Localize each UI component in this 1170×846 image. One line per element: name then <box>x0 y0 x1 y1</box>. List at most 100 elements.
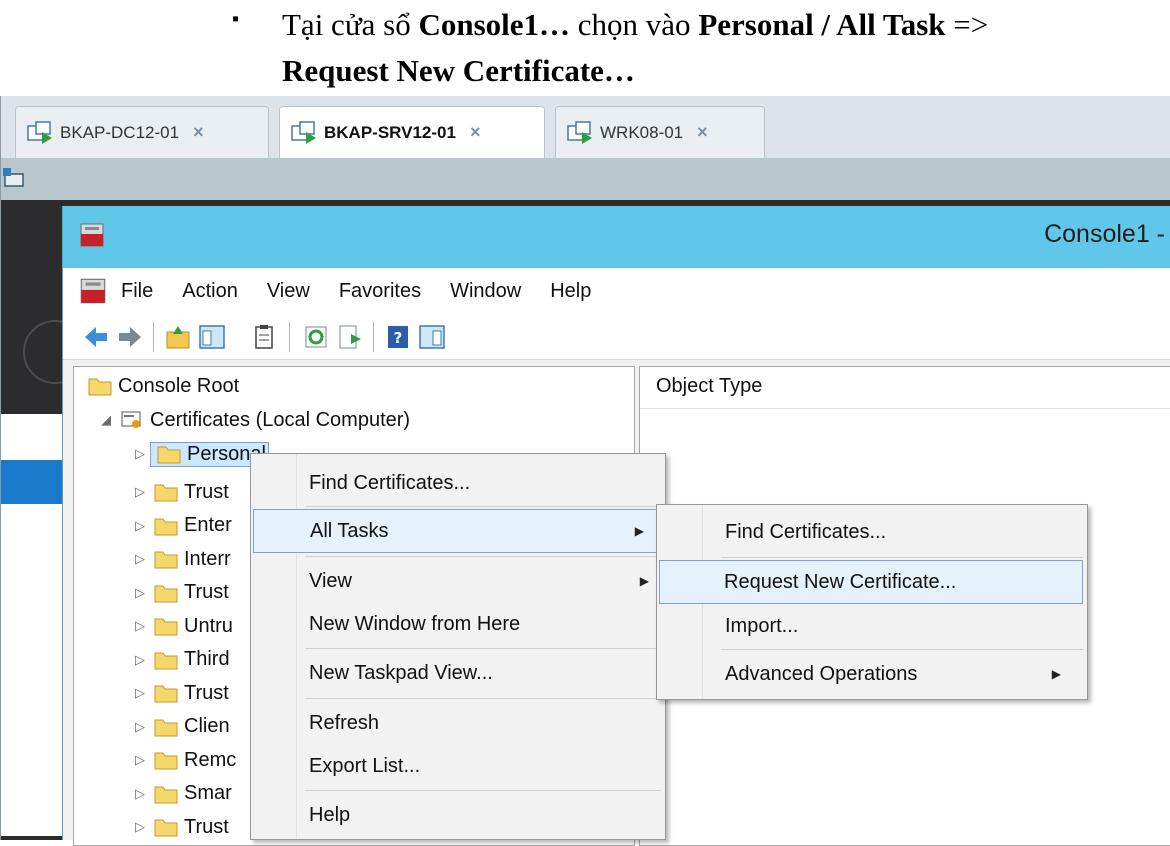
collapsed-arrow-icon[interactable]: ▷ <box>130 652 150 668</box>
toolbar-separator <box>373 322 374 352</box>
menu-help[interactable]: Help <box>550 280 591 303</box>
collapsed-arrow-icon[interactable]: ▷ <box>130 551 150 567</box>
refresh-icon[interactable] <box>301 322 331 352</box>
folder-icon <box>88 378 112 396</box>
menu-window[interactable]: Window <box>450 280 521 303</box>
collapsed-arrow-icon[interactable]: ▷ <box>130 585 150 601</box>
export-list-icon[interactable] <box>335 322 365 352</box>
tree-item-store[interactable]: ▷ Trust <box>130 475 229 509</box>
tab-bkap-dc12-01[interactable]: BKAP-DC12-01 × <box>15 106 269 158</box>
tree-label: Console Root <box>118 374 240 397</box>
tree-item-store[interactable]: ▷ Interr <box>130 542 231 576</box>
tree-item-store[interactable]: ▷ Clien <box>130 710 230 744</box>
toolbar-separator <box>289 322 290 352</box>
tree-item-store[interactable]: ▷ Trust <box>130 576 229 610</box>
tree-item-personal[interactable]: ▷ Personal <box>130 437 269 471</box>
instruction-part: => <box>945 7 989 42</box>
instruction-bold: Request New Certificate… <box>282 53 635 88</box>
menu-item-find-certificates[interactable]: Find Certificates... <box>253 461 663 505</box>
folder-icon <box>154 752 178 770</box>
tab-wrk08-01[interactable]: WRK08-01 × <box>555 106 765 158</box>
instruction-text: Tại cửa sổ Console1… chọn vào Personal /… <box>282 2 1162 94</box>
remote-desktop-icon[interactable] <box>1 164 27 190</box>
context-menu: Find Certificates... All Tasks ▶ View ▶ … <box>250 453 666 840</box>
tab-bkap-srv12-01[interactable]: BKAP-SRV12-01 × <box>279 106 545 158</box>
tree-item-store[interactable]: ▷ Trust <box>130 676 229 710</box>
tree-item-store[interactable]: ▷ Third <box>130 643 230 677</box>
tab-label: WRK08-01 <box>600 122 684 142</box>
collapsed-arrow-icon[interactable]: ▷ <box>130 719 150 735</box>
toolbar-separator <box>153 322 154 352</box>
menu-item-new-window[interactable]: New Window from Here <box>253 602 663 646</box>
menu-item-view[interactable]: View ▶ <box>253 559 663 603</box>
tree-label: Trust <box>184 480 229 503</box>
submenu-item-import[interactable]: Import... <box>659 604 1085 648</box>
collapsed-arrow-icon[interactable]: ▷ <box>130 484 150 500</box>
vm-icon <box>567 120 592 144</box>
expanded-arrow-icon[interactable]: ◢ <box>96 412 116 428</box>
tree-item-store[interactable]: ▷ Remc <box>130 743 236 777</box>
forward-arrow-icon[interactable] <box>115 322 145 352</box>
help-icon[interactable]: ? <box>383 322 413 352</box>
mmc-menu-icon[interactable] <box>77 275 109 307</box>
tree-label: Certificates (Local Computer) <box>150 408 411 431</box>
collapsed-arrow-icon[interactable]: ▷ <box>130 685 150 701</box>
tree-item-console-root[interactable]: Console Root <box>84 369 239 403</box>
instruction-bold: Personal / All Task <box>698 7 946 42</box>
menu-separator <box>305 556 661 557</box>
folder-icon <box>154 819 178 837</box>
bullet-icon: ▪ <box>232 8 240 30</box>
submenu-arrow-icon: ▶ <box>639 574 649 588</box>
collapsed-arrow-icon[interactable]: ▷ <box>130 518 150 534</box>
submenu-item-find-certificates[interactable]: Find Certificates... <box>659 510 1085 554</box>
menu-item-label: View <box>309 569 352 592</box>
folder-icon <box>154 786 178 803</box>
close-icon[interactable]: × <box>697 122 708 143</box>
menu-item-help[interactable]: Help <box>253 793 663 837</box>
menu-item-new-taskpad-view[interactable]: New Taskpad View... <box>253 651 663 695</box>
back-arrow-icon[interactable] <box>81 322 111 352</box>
submenu-item-request-new-certificate[interactable]: Request New Certificate... <box>659 560 1083 604</box>
up-folder-icon[interactable] <box>163 322 193 352</box>
collapsed-arrow-icon[interactable]: ▷ <box>130 446 150 462</box>
close-icon[interactable]: × <box>193 122 204 143</box>
menu-favorites[interactable]: Favorites <box>339 280 421 303</box>
tree-item-store[interactable]: ▷ Smar <box>130 777 232 811</box>
menu-action[interactable]: Action <box>182 280 238 303</box>
show-action-pane-icon[interactable] <box>417 322 447 352</box>
menu-separator <box>721 649 1083 650</box>
menu-bar: File Action View Favorites Window Help <box>63 268 1170 314</box>
tree-item-store[interactable]: ▷ Untru <box>130 609 233 643</box>
show-hide-tree-icon[interactable] <box>197 322 227 352</box>
tree-item-certificates[interactable]: ◢ Certificates (Local Computer) <box>96 403 410 437</box>
tree-label: Third <box>184 648 230 670</box>
menu-item-export-list[interactable]: Export List... <box>253 744 663 788</box>
collapsed-arrow-icon[interactable]: ▷ <box>130 752 150 768</box>
column-header-object-type[interactable]: Object Type <box>640 367 1170 409</box>
folder-icon <box>154 585 178 602</box>
menu-separator <box>305 698 661 699</box>
tree-label: Trust <box>184 815 229 838</box>
all-tasks-submenu: Find Certificates... Request New Certifi… <box>656 504 1088 700</box>
menu-view[interactable]: View <box>267 280 310 303</box>
menu-file[interactable]: File <box>121 280 153 303</box>
dashboard-icon[interactable] <box>1 460 63 504</box>
submenu-item-advanced-operations[interactable]: Advanced Operations ▶ <box>659 652 1085 696</box>
menu-separator <box>305 648 661 649</box>
collapsed-arrow-icon[interactable]: ▷ <box>130 819 150 835</box>
close-icon[interactable]: × <box>470 122 481 143</box>
menu-item-all-tasks[interactable]: All Tasks ▶ <box>253 509 659 553</box>
clipboard-icon[interactable] <box>249 322 279 352</box>
tree-item-store[interactable]: ▷ Trust <box>130 810 229 844</box>
mmc-app-icon <box>80 223 104 247</box>
tree-label: Enter <box>184 514 232 536</box>
instruction-bold: Console1… <box>418 7 571 42</box>
menu-item-refresh[interactable]: Refresh <box>253 701 663 745</box>
collapsed-arrow-icon[interactable]: ▷ <box>130 786 150 802</box>
tree-item-store[interactable]: ▷ Enter <box>130 509 232 543</box>
vm-icon <box>27 120 52 144</box>
collapsed-arrow-icon[interactable]: ▷ <box>130 618 150 634</box>
submenu-arrow-icon: ▶ <box>1051 667 1061 681</box>
instruction-part: Tại cửa sổ <box>282 7 419 42</box>
tree-label: Trust <box>184 681 229 704</box>
